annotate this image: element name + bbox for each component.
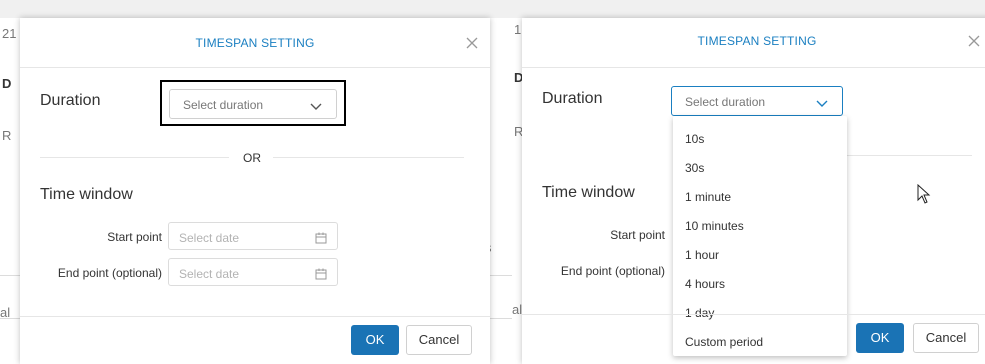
time-window-label: Time window	[40, 186, 133, 203]
duration-select[interactable]: Select duration	[671, 86, 843, 116]
dropdown-option-1-day[interactable]: 1 day	[685, 306, 714, 320]
duration-select[interactable]: Select duration	[169, 89, 337, 119]
dropdown-option-custom-period[interactable]: Custom period	[685, 335, 763, 349]
time-window-label: Time window	[542, 184, 635, 201]
background-text: al	[512, 302, 523, 317]
or-divider-right	[273, 157, 464, 158]
duration-label: Duration	[40, 92, 101, 109]
dropdown-option-30s[interactable]: 30s	[685, 161, 704, 175]
close-icon[interactable]	[966, 33, 982, 49]
calendar-icon[interactable]	[315, 231, 327, 249]
duration-dropdown-menu: 10s 30s 1 minute 10 minutes 1 hour 4 hou…	[673, 116, 847, 356]
ok-button[interactable]: OK	[351, 325, 399, 355]
start-point-placeholder: Select date	[179, 231, 240, 245]
dialog-footer-divider	[20, 316, 490, 317]
background-text: D	[2, 76, 12, 91]
dropdown-option-10-minutes[interactable]: 10 minutes	[685, 219, 744, 233]
background-text: 21	[2, 26, 17, 41]
dialog-header: TIMESPAN SETTING	[20, 18, 490, 68]
mouse-cursor-icon	[917, 183, 931, 209]
duration-select-placeholder: Select duration	[183, 98, 264, 112]
background-text: 1	[514, 22, 522, 37]
dropdown-option-1-minute[interactable]: 1 minute	[685, 190, 731, 204]
dropdown-option-1-hour[interactable]: 1 hour	[685, 248, 719, 262]
start-point-label: Start point	[610, 228, 665, 242]
duration-label: Duration	[542, 90, 603, 107]
timespan-setting-dialog-left: TIMESPAN SETTING Duration Select duratio…	[20, 18, 490, 364]
cancel-button[interactable]: Cancel	[913, 323, 979, 353]
chevron-down-icon	[310, 99, 322, 117]
or-text: OR	[243, 151, 261, 165]
cancel-button[interactable]: Cancel	[406, 325, 472, 355]
background-divider	[0, 275, 20, 276]
dialog-footer-divider	[522, 314, 985, 315]
end-point-label: End point (optional)	[57, 266, 162, 280]
start-point-label: Start point	[107, 230, 162, 244]
dropdown-option-10s[interactable]: 10s	[685, 132, 704, 146]
background-text: al	[0, 305, 11, 320]
background-text: R	[2, 128, 12, 143]
end-point-input[interactable]: Select date	[168, 258, 338, 286]
dialog-title: TIMESPAN SETTING	[195, 36, 315, 50]
background-divider	[490, 275, 512, 276]
background-divider	[490, 318, 512, 319]
calendar-icon[interactable]	[315, 267, 327, 285]
start-point-input[interactable]: Select date	[168, 222, 338, 250]
dropdown-option-4-hours[interactable]: 4 hours	[685, 277, 725, 291]
end-point-placeholder: Select date	[179, 267, 240, 281]
ok-button[interactable]: OK	[856, 323, 904, 353]
or-divider-left	[40, 157, 229, 158]
timespan-setting-dialog-right: TIMESPAN SETTING Duration Select duratio…	[522, 18, 985, 364]
background-top-strip	[0, 0, 985, 18]
dialog-header: TIMESPAN SETTING	[522, 18, 985, 68]
dialog-title: TIMESPAN SETTING	[697, 34, 817, 48]
close-icon[interactable]	[464, 35, 480, 51]
duration-select-placeholder: Select duration	[685, 95, 766, 109]
or-divider-right	[844, 155, 972, 156]
end-point-label: End point (optional)	[560, 264, 665, 278]
chevron-down-icon	[816, 96, 828, 114]
